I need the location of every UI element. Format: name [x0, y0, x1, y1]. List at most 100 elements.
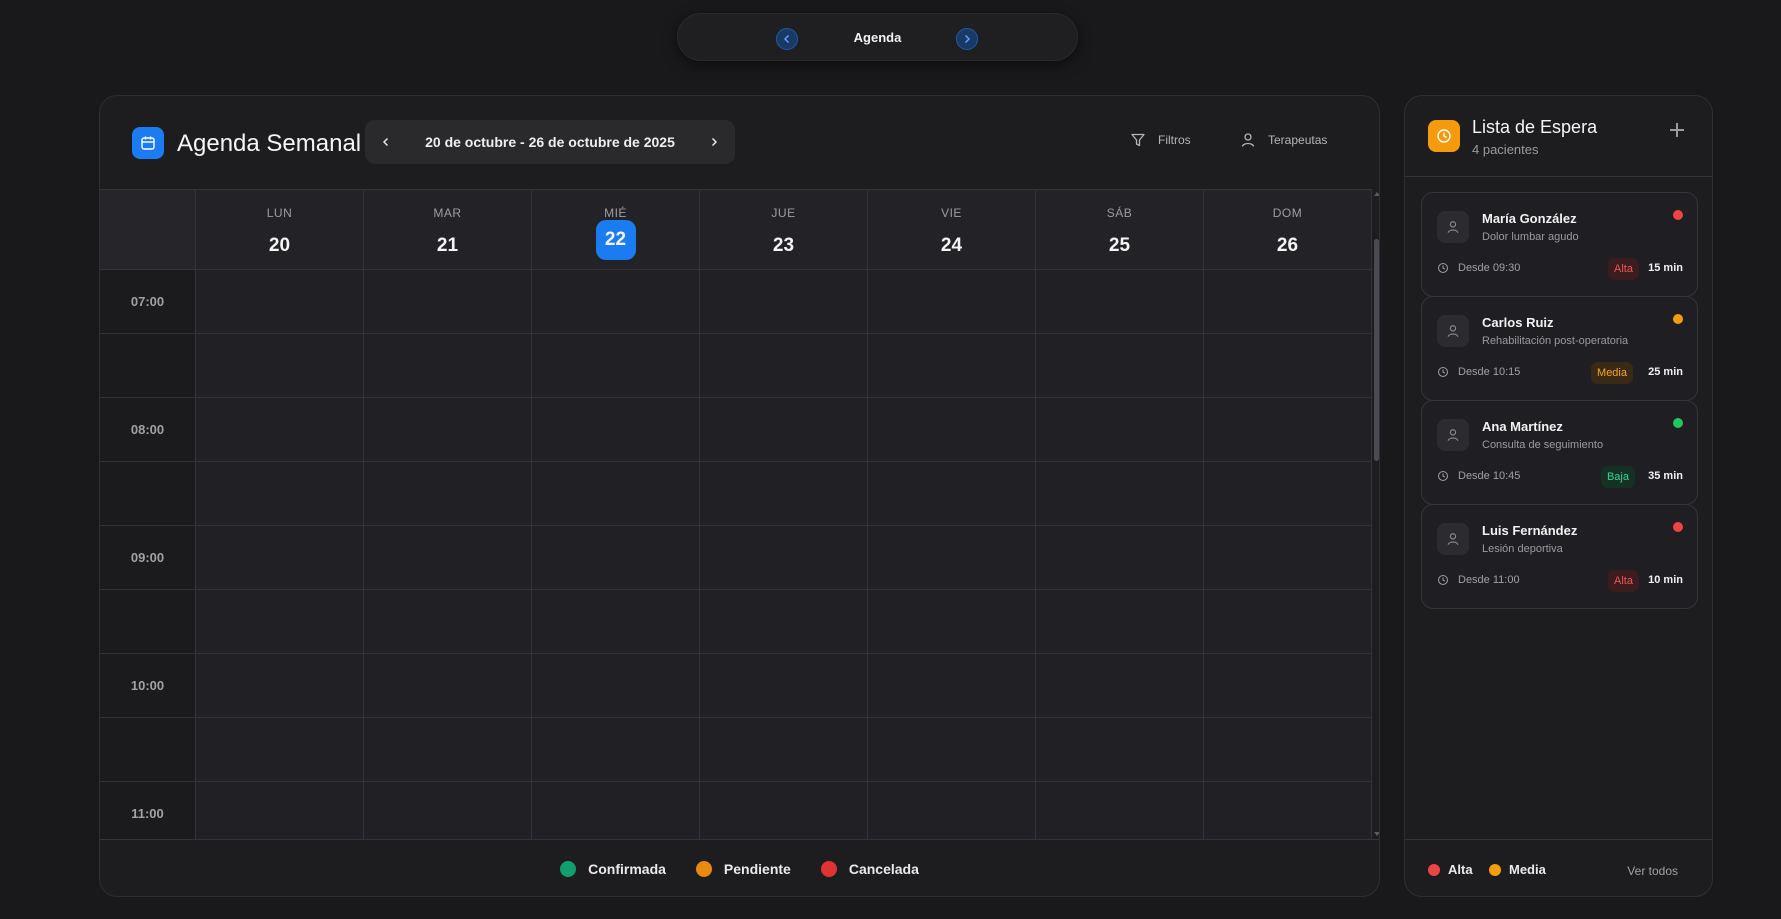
next-week-button[interactable] — [705, 133, 723, 151]
time-slot[interactable] — [532, 398, 700, 462]
time-slot[interactable] — [868, 654, 1036, 718]
day-header[interactable]: MAR 21 — [364, 190, 532, 270]
time-slot[interactable] — [1036, 782, 1204, 839]
time-slot[interactable] — [1204, 526, 1372, 590]
time-slot[interactable] — [364, 782, 532, 839]
time-slot[interactable] — [196, 270, 364, 334]
time-slot[interactable] — [868, 526, 1036, 590]
time-slot[interactable] — [364, 398, 532, 462]
date-range-picker: 20 de octubre - 26 de octubre de 2025 — [365, 120, 735, 164]
time-slot[interactable] — [868, 782, 1036, 839]
clock-icon — [1437, 366, 1449, 378]
time-slot[interactable] — [532, 526, 700, 590]
priority-medium-dot — [1489, 863, 1501, 876]
day-name: LUN — [266, 206, 293, 220]
time-slot[interactable] — [1204, 398, 1372, 462]
time-slot[interactable] — [1036, 526, 1204, 590]
time-slot[interactable] — [364, 334, 532, 398]
time-slot[interactable] — [532, 782, 700, 839]
scroll-up-arrow[interactable] — [1374, 192, 1379, 196]
time-slot[interactable] — [532, 334, 700, 398]
view-all-link[interactable]: Ver todos — [1627, 864, 1678, 878]
time-slot[interactable] — [868, 398, 1036, 462]
add-patient-button[interactable] — [1670, 123, 1684, 137]
time-slot[interactable] — [1036, 334, 1204, 398]
time-slot[interactable] — [700, 526, 868, 590]
day-name: VIE — [941, 206, 962, 220]
time-slot[interactable] — [1204, 782, 1372, 839]
time-slot[interactable] — [1036, 462, 1204, 526]
time-slot[interactable] — [700, 718, 868, 782]
patient-card[interactable]: Carlos Ruiz Rehabilitación post-operatori… — [1421, 296, 1698, 401]
time-slot[interactable] — [868, 270, 1036, 334]
time-slot[interactable] — [196, 526, 364, 590]
time-slot[interactable] — [1036, 398, 1204, 462]
day-header[interactable]: LUN 20 — [196, 190, 364, 270]
time-slot[interactable] — [1204, 462, 1372, 526]
priority-dot — [1673, 314, 1683, 324]
time-slot[interactable] — [868, 718, 1036, 782]
waiting-list-header: Lista de Espera 4 pacientes — [1405, 96, 1712, 177]
time-slot[interactable] — [868, 590, 1036, 654]
patient-card[interactable]: María González Dolor lumbar agudo Desde 09… — [1421, 192, 1698, 297]
time-slot[interactable] — [868, 334, 1036, 398]
time-slot[interactable] — [1036, 654, 1204, 718]
time-slot[interactable] — [364, 270, 532, 334]
day-header[interactable]: SÁB 25 — [1036, 190, 1204, 270]
filters-button[interactable]: Filtros — [1130, 132, 1191, 148]
time-slot[interactable] — [1204, 270, 1372, 334]
time-slot[interactable] — [196, 782, 364, 839]
day-header[interactable]: VIE 24 — [868, 190, 1036, 270]
time-slot[interactable] — [700, 462, 868, 526]
time-slot[interactable] — [1204, 654, 1372, 718]
time-slot[interactable] — [196, 590, 364, 654]
grid-scrollbar[interactable] — [1372, 189, 1379, 839]
patient-card[interactable]: Luis Fernández Lesión deportiva Desde 11:0… — [1421, 504, 1698, 609]
day-header[interactable]: DOM 26 — [1204, 190, 1372, 270]
time-slot[interactable] — [532, 590, 700, 654]
week-grid-scroll[interactable]: LUN 20 MAR 21 MIÉ 22 JUE 23 VIE 24 SÁB 25 DOM 26 07:00… — [100, 189, 1372, 839]
time-slot[interactable] — [196, 462, 364, 526]
status-legend: Confirmada Pendiente Cancelada — [100, 839, 1379, 896]
day-header[interactable]: MIÉ 22 — [532, 190, 700, 270]
legend-item: Pendiente — [695, 860, 791, 877]
therapists-button[interactable]: Terapeutas — [1240, 132, 1327, 148]
time-slot[interactable] — [532, 718, 700, 782]
time-slot[interactable] — [1204, 590, 1372, 654]
user-icon — [1447, 325, 1459, 337]
time-slot[interactable] — [700, 398, 868, 462]
next-section-button[interactable] — [956, 28, 978, 50]
time-slot[interactable] — [700, 590, 868, 654]
time-slot[interactable] — [532, 270, 700, 334]
time-slot[interactable] — [868, 462, 1036, 526]
calendar-icon — [132, 127, 164, 159]
time-slot[interactable] — [1036, 590, 1204, 654]
legend-item: Confirmada — [560, 860, 666, 877]
time-slot[interactable] — [1036, 270, 1204, 334]
time-slot[interactable] — [196, 654, 364, 718]
time-slot[interactable] — [1036, 718, 1204, 782]
status-dot — [820, 860, 837, 877]
top-nav: Agenda — [677, 13, 1078, 61]
day-header[interactable]: JUE 23 — [700, 190, 868, 270]
time-slot[interactable] — [364, 590, 532, 654]
time-slot[interactable] — [700, 270, 868, 334]
time-slot[interactable] — [196, 718, 364, 782]
time-slot[interactable] — [700, 654, 868, 718]
time-slot[interactable] — [700, 782, 868, 839]
time-slot[interactable] — [1204, 718, 1372, 782]
time-slot[interactable] — [532, 462, 700, 526]
time-slot[interactable] — [364, 654, 532, 718]
time-slot[interactable] — [364, 462, 532, 526]
time-slot[interactable] — [1204, 334, 1372, 398]
time-slot[interactable] — [532, 654, 700, 718]
time-slot[interactable] — [364, 526, 532, 590]
patient-card[interactable]: Ana Martínez Consulta de seguimiento Desde… — [1421, 400, 1698, 505]
scroll-down-arrow[interactable] — [1374, 832, 1379, 836]
scrollbar-thumb[interactable] — [1374, 239, 1379, 461]
time-slot[interactable] — [700, 334, 868, 398]
time-slot[interactable] — [196, 334, 364, 398]
time-slot[interactable] — [364, 718, 532, 782]
waiting-list-footer: Alta Media Ver todos — [1405, 839, 1712, 896]
time-slot[interactable] — [196, 398, 364, 462]
